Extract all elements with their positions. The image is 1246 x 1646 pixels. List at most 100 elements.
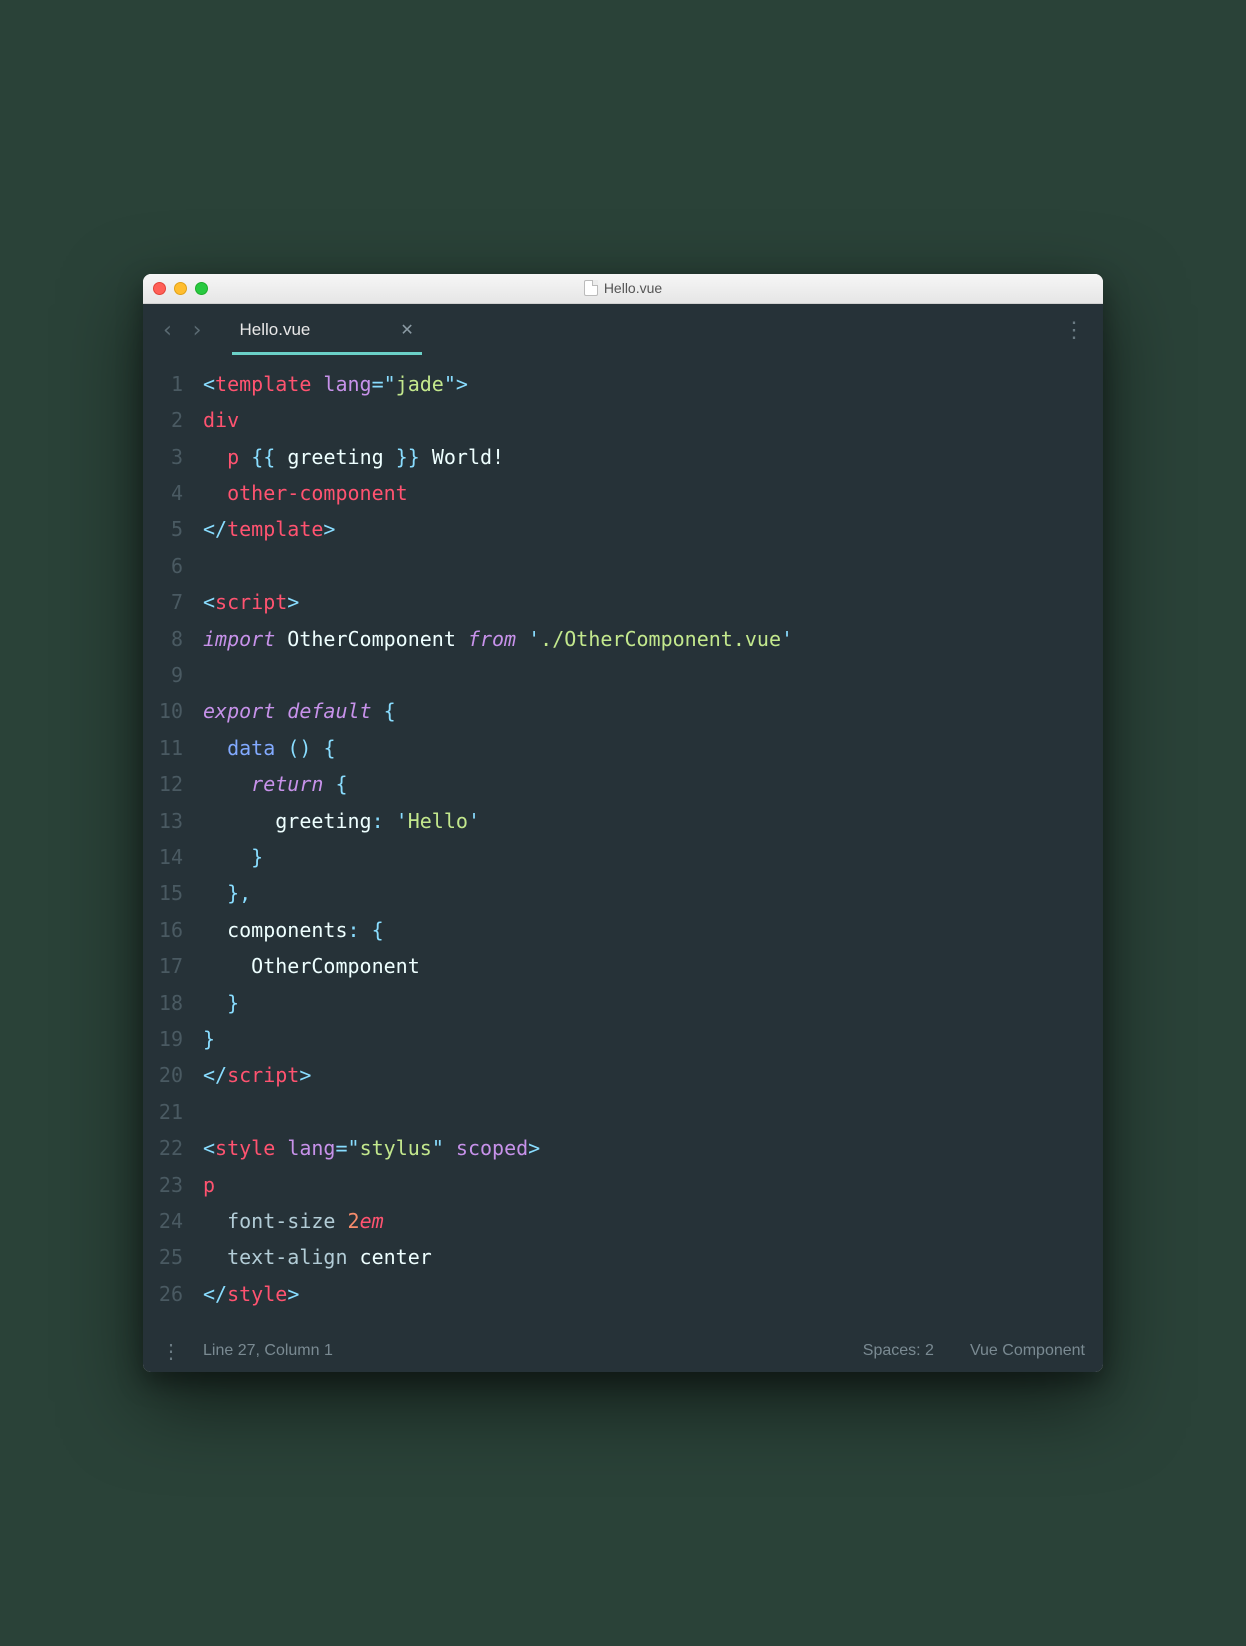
nav-arrows: ‹ › <box>155 316 210 345</box>
line-source[interactable]: components: { <box>203 912 1103 948</box>
code-line[interactable]: 5</template> <box>143 511 1103 547</box>
code-line[interactable]: 10export default { <box>143 693 1103 729</box>
line-source[interactable]: <style lang="stylus" scoped> <box>203 1130 1103 1166</box>
indent-setting[interactable]: Spaces: 2 <box>863 1342 934 1360</box>
line-source[interactable] <box>203 548 1103 584</box>
line-source[interactable]: <template lang="jade"> <box>203 366 1103 402</box>
code-line[interactable]: 4 other-component <box>143 475 1103 511</box>
code-line[interactable]: 13 greeting: 'Hello' <box>143 803 1103 839</box>
code-line[interactable]: 20</script> <box>143 1057 1103 1093</box>
line-number: 6 <box>143 548 203 584</box>
line-number: 8 <box>143 621 203 657</box>
traffic-lights <box>153 282 208 295</box>
tab-close-icon[interactable]: ✕ <box>400 320 413 340</box>
code-line[interactable]: 8import OtherComponent from './OtherComp… <box>143 621 1103 657</box>
statusbar-menu-icon[interactable]: ⋮ <box>161 1339 181 1364</box>
line-number: 12 <box>143 766 203 802</box>
window-title-text: Hello.vue <box>604 280 662 296</box>
line-number: 25 <box>143 1239 203 1275</box>
window-title: Hello.vue <box>143 280 1103 296</box>
tabbar: ‹ › Hello.vue ✕ ⋮ <box>143 304 1103 358</box>
line-source[interactable]: data () { <box>203 730 1103 766</box>
line-source[interactable]: text-align center <box>203 1239 1103 1275</box>
line-source[interactable]: </script> <box>203 1057 1103 1093</box>
tab-label: Hello.vue <box>240 320 311 340</box>
line-source[interactable]: </template> <box>203 511 1103 547</box>
line-number: 9 <box>143 657 203 693</box>
line-source[interactable]: OtherComponent <box>203 948 1103 984</box>
code-line[interactable]: 25 text-align center <box>143 1239 1103 1275</box>
code-line[interactable]: 12 return { <box>143 766 1103 802</box>
line-number: 11 <box>143 730 203 766</box>
code-line[interactable]: 2div <box>143 402 1103 438</box>
file-icon <box>584 280 598 296</box>
code-area[interactable]: 1<template lang="jade">2div3 p {{ greeti… <box>143 358 1103 1330</box>
line-source[interactable]: export default { <box>203 693 1103 729</box>
nav-back-icon[interactable]: ‹ <box>155 316 180 345</box>
line-source[interactable]: }, <box>203 875 1103 911</box>
line-source[interactable]: <script> <box>203 584 1103 620</box>
titlebar[interactable]: Hello.vue <box>143 274 1103 304</box>
code-line[interactable]: 15 }, <box>143 875 1103 911</box>
code-line[interactable]: 18 } <box>143 985 1103 1021</box>
line-source[interactable]: other-component <box>203 475 1103 511</box>
line-source[interactable]: p <box>203 1167 1103 1203</box>
line-number: 2 <box>143 402 203 438</box>
close-button[interactable] <box>153 282 166 295</box>
line-number: 4 <box>143 475 203 511</box>
tabbar-menu-icon[interactable]: ⋮ <box>1057 318 1091 343</box>
minimize-button[interactable] <box>174 282 187 295</box>
line-source[interactable]: p {{ greeting }} World! <box>203 439 1103 475</box>
line-source[interactable] <box>203 657 1103 693</box>
editor: ‹ › Hello.vue ✕ ⋮ 1<template lang="jade"… <box>143 304 1103 1372</box>
cursor-position[interactable]: Line 27, Column 1 <box>203 1342 333 1360</box>
code-line[interactable]: 11 data () { <box>143 730 1103 766</box>
code-line[interactable]: 24 font-size 2em <box>143 1203 1103 1239</box>
line-source[interactable]: return { <box>203 766 1103 802</box>
code-line[interactable]: 26</style> <box>143 1276 1103 1312</box>
line-source[interactable]: } <box>203 1021 1103 1057</box>
app-window: Hello.vue ‹ › Hello.vue ✕ ⋮ 1<template l… <box>143 274 1103 1372</box>
line-source[interactable]: div <box>203 402 1103 438</box>
line-number: 7 <box>143 584 203 620</box>
line-source[interactable]: </style> <box>203 1276 1103 1312</box>
line-number: 15 <box>143 875 203 911</box>
line-source[interactable]: import OtherComponent from './OtherCompo… <box>203 621 1103 657</box>
line-number: 23 <box>143 1167 203 1203</box>
line-number: 16 <box>143 912 203 948</box>
code-line[interactable]: 9 <box>143 657 1103 693</box>
line-number: 10 <box>143 693 203 729</box>
syntax-mode[interactable]: Vue Component <box>970 1342 1085 1360</box>
code-line[interactable]: 16 components: { <box>143 912 1103 948</box>
code-line[interactable]: 3 p {{ greeting }} World! <box>143 439 1103 475</box>
line-number: 20 <box>143 1057 203 1093</box>
line-number: 21 <box>143 1094 203 1130</box>
code-line[interactable]: 6 <box>143 548 1103 584</box>
line-number: 19 <box>143 1021 203 1057</box>
code-line[interactable]: 19} <box>143 1021 1103 1057</box>
line-number: 3 <box>143 439 203 475</box>
code-line[interactable]: 17 OtherComponent <box>143 948 1103 984</box>
code-line[interactable]: 14 } <box>143 839 1103 875</box>
line-number: 17 <box>143 948 203 984</box>
tab-active[interactable]: Hello.vue ✕ <box>232 306 422 355</box>
maximize-button[interactable] <box>195 282 208 295</box>
code-line[interactable]: 23p <box>143 1167 1103 1203</box>
line-number: 14 <box>143 839 203 875</box>
line-source[interactable]: font-size 2em <box>203 1203 1103 1239</box>
line-source[interactable]: } <box>203 985 1103 1021</box>
line-number: 1 <box>143 366 203 402</box>
line-number: 22 <box>143 1130 203 1166</box>
line-source[interactable]: } <box>203 839 1103 875</box>
line-number: 18 <box>143 985 203 1021</box>
line-number: 5 <box>143 511 203 547</box>
code-line[interactable]: 22<style lang="stylus" scoped> <box>143 1130 1103 1166</box>
line-source[interactable]: greeting: 'Hello' <box>203 803 1103 839</box>
statusbar: ⋮ Line 27, Column 1 Spaces: 2 Vue Compon… <box>143 1330 1103 1372</box>
line-number: 13 <box>143 803 203 839</box>
line-source[interactable] <box>203 1094 1103 1130</box>
code-line[interactable]: 1<template lang="jade"> <box>143 366 1103 402</box>
nav-forward-icon[interactable]: › <box>184 316 209 345</box>
code-line[interactable]: 7<script> <box>143 584 1103 620</box>
code-line[interactable]: 21 <box>143 1094 1103 1130</box>
